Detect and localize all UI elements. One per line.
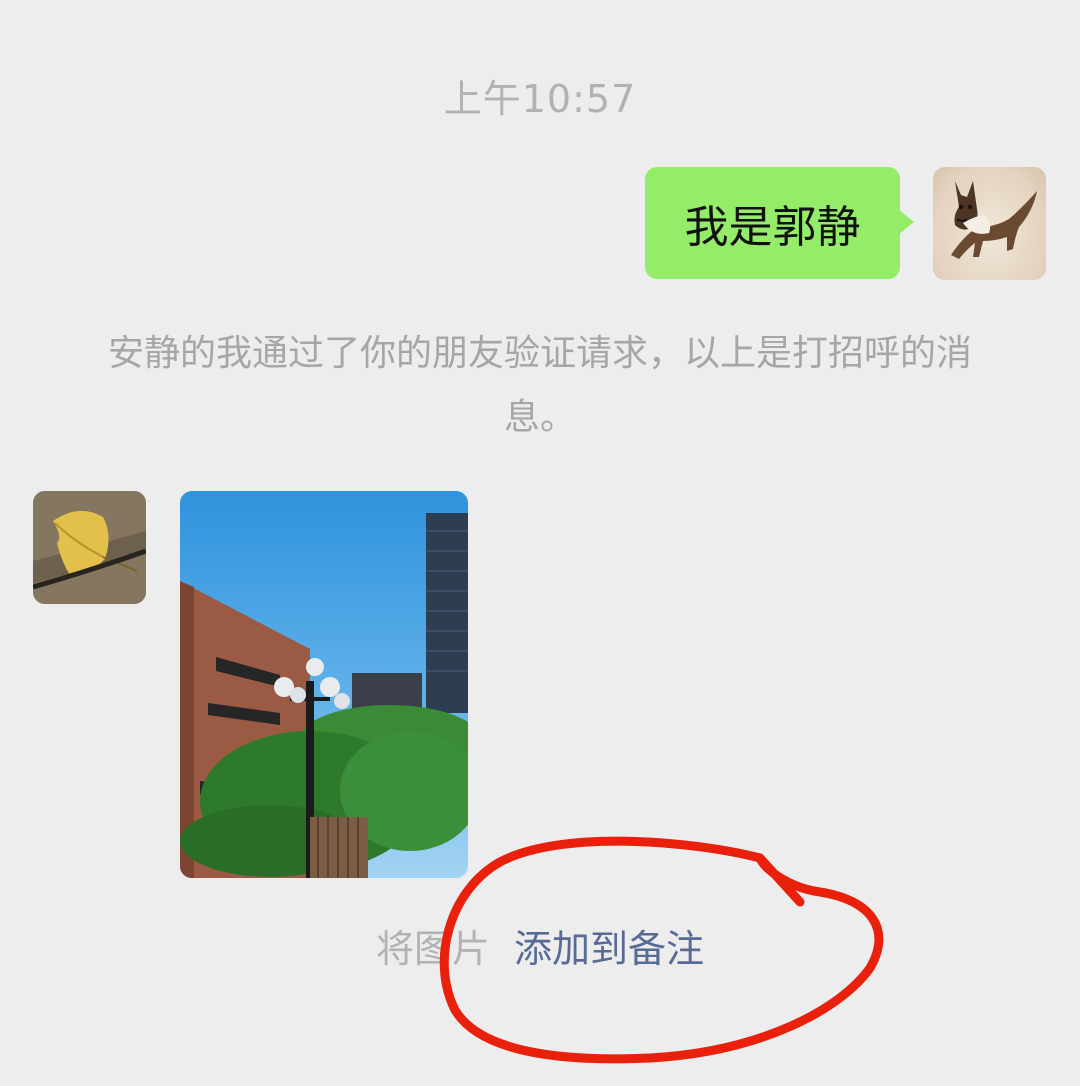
photo-hint-text: 将图片	[375, 927, 490, 971]
add-to-remark-link[interactable]: 添加到备注	[514, 927, 704, 971]
leaf-avatar-icon[interactable]	[33, 491, 146, 604]
friend-verified-notice: 安静的我通过了你的朋友验证请求，以上是打招呼的消息。	[107, 333, 972, 438]
photo-remark-row: 将图片 添加到备注	[0, 918, 1080, 973]
dog-avatar-icon[interactable]	[933, 167, 1046, 280]
sent-message-bubble[interactable]: 我是郭静	[645, 167, 900, 279]
message-timestamp: 上午10:57	[443, 77, 637, 121]
shared-photo[interactable]	[180, 491, 468, 878]
bubble-tail	[898, 209, 914, 235]
